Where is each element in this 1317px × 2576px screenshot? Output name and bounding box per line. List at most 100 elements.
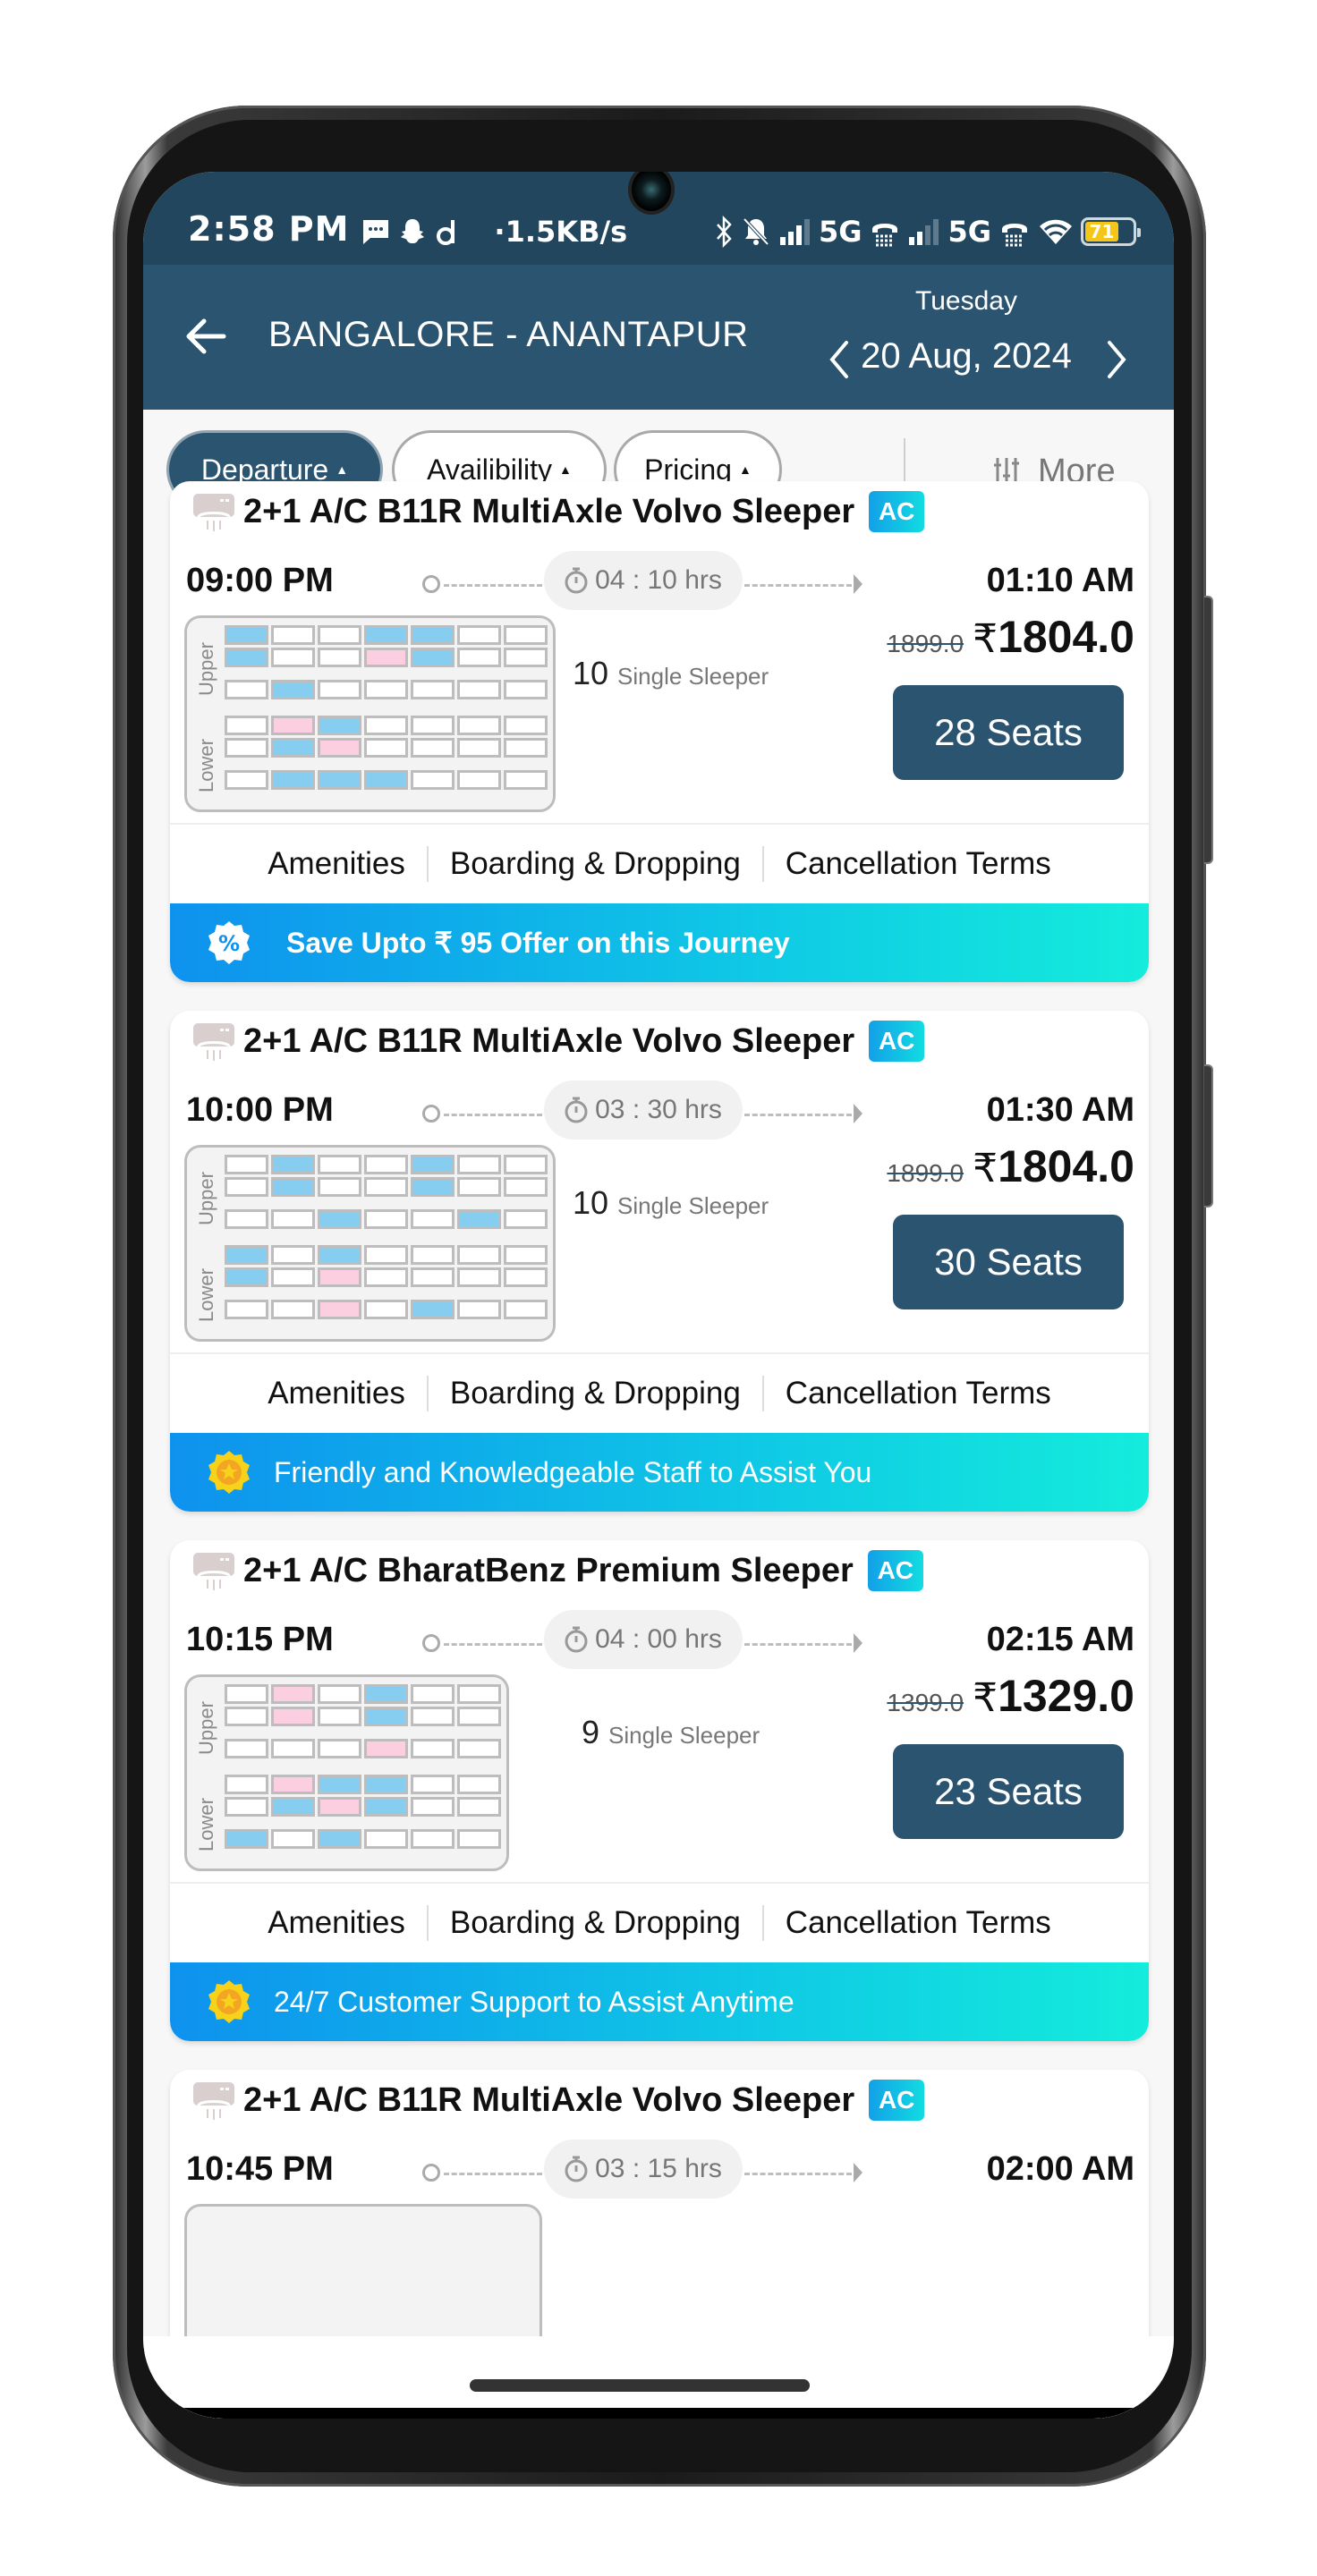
seat-available [457, 1775, 501, 1794]
ac-badge: AC [867, 1550, 923, 1591]
seat-available [457, 1707, 501, 1726]
seat-available [364, 1267, 408, 1287]
screen: 2:58 PM ·1.5KB/s 5G 5G 71 BANGALORE - AN… [143, 172, 1174, 2419]
discounted-price: ₹1804.0 [973, 1140, 1134, 1192]
seat-row [225, 625, 548, 645]
seat-booked [271, 738, 315, 758]
seat-available [318, 625, 361, 645]
bus-card[interactable]: 2+1 A/C BharatBenz Premium Sleeper AC 10… [170, 1540, 1149, 2041]
journey-timeline: 03 : 30 hrs [422, 1080, 870, 1143]
cancellation-terms-link[interactable]: Cancellation Terms [764, 846, 1073, 882]
duration-text: 03 : 15 hrs [595, 2154, 722, 2183]
dailyhunt-icon [437, 220, 455, 245]
discount-badge-icon: % [208, 921, 250, 964]
seat-ladies [271, 716, 315, 735]
seat-layout-preview[interactable]: Upper Lower [184, 1674, 509, 1871]
status-time: 2:58 PM [188, 209, 350, 249]
seat-available [225, 1797, 268, 1817]
sort-up-icon: ▲ [559, 462, 572, 477]
journey-timeline: 04 : 10 hrs [422, 551, 870, 614]
select-seats-button[interactable]: 28 Seats [893, 685, 1124, 780]
seat-available [364, 1829, 408, 1849]
lower-deck-label: Lower [195, 1798, 217, 1852]
destination-arrow-icon [854, 1104, 862, 1123]
sort-up-icon: ▲ [738, 462, 752, 477]
seat-available [411, 1829, 455, 1849]
card-links: Amenities Boarding & Dropping Cancellation… [170, 1352, 1149, 1433]
arrow-left-icon [186, 318, 226, 354]
seat-available [504, 680, 548, 699]
seat-row [225, 1267, 548, 1287]
sleeper-number: 10 [573, 655, 618, 691]
sleeper-type: Single Sleeper [617, 663, 769, 690]
arrival-time: 01:10 AM [986, 562, 1134, 599]
seat-booked [318, 1829, 361, 1849]
seat-booked [411, 1300, 455, 1319]
card-links: Amenities Boarding & Dropping Cancellation… [170, 1882, 1149, 1962]
star-medal-icon [208, 1980, 250, 2023]
wifi-icon [1040, 219, 1072, 244]
bus-name: 2+1 A/C B11R MultiAxle Volvo Sleeper [243, 492, 855, 530]
seat-row [225, 716, 548, 735]
boarding-dropping-link[interactable]: Boarding & Dropping [429, 1905, 762, 1941]
seat-layout-preview[interactable]: Upper Lower [184, 1145, 556, 1342]
duration-pill: 03 : 15 hrs [544, 2140, 743, 2199]
cancellation-terms-link[interactable]: Cancellation Terms [764, 1905, 1073, 1941]
duration-pill: 04 : 00 hrs [544, 1610, 743, 1669]
boarding-dropping-link[interactable]: Boarding & Dropping [429, 846, 762, 882]
nav-bar-area [143, 2336, 1174, 2419]
amenities-link[interactable]: Amenities [246, 1376, 427, 1411]
amenities-link[interactable]: Amenities [246, 1905, 427, 1941]
cancellation-terms-link[interactable]: Cancellation Terms [764, 1376, 1073, 1411]
seat-ladies [318, 738, 361, 758]
stopwatch-icon [565, 567, 588, 594]
select-seats-button[interactable]: 23 Seats [893, 1744, 1124, 1839]
seat-booked [318, 1209, 361, 1229]
home-indicator[interactable] [470, 2379, 810, 2392]
card-links: Amenities Boarding & Dropping Cancellation… [170, 823, 1149, 903]
seat-available [225, 1775, 268, 1794]
seat-available [225, 770, 268, 790]
offer-text: Friendly and Knowledgeable Staff to Assi… [274, 1455, 872, 1488]
next-date-button[interactable] [1099, 335, 1134, 385]
bus-card[interactable]: 2+1 A/C B11R MultiAxle Volvo Sleeper AC … [170, 1011, 1149, 1512]
seat-available [411, 1267, 455, 1287]
seat-row [225, 1829, 501, 1849]
back-button[interactable] [179, 309, 233, 363]
amenities-link[interactable]: Amenities [246, 846, 427, 882]
seat-row [225, 770, 548, 790]
offer-banner[interactable]: Friendly and Knowledgeable Staff to Assi… [170, 1433, 1149, 1512]
seat-available [318, 1177, 361, 1197]
offer-banner[interactable]: 24/7 Customer Support to Assist Anytime [170, 1962, 1149, 2041]
sleeper-type: Single Sleeper [617, 1192, 769, 1219]
lower-deck-label: Lower [195, 1268, 217, 1322]
seat-available [457, 1245, 501, 1265]
seat-booked [364, 625, 408, 645]
upper-deck-label: Upper [195, 1172, 217, 1225]
seat-available [457, 1739, 501, 1758]
offer-banner[interactable]: % Save Upto ₹ 95 Offer on this Journey [170, 903, 1149, 982]
signal-icon [779, 219, 810, 245]
bus-card[interactable]: 2+1 A/C B11R MultiAxle Volvo Sleeper AC … [170, 481, 1149, 982]
seat-booked [457, 1209, 501, 1229]
select-seats-button[interactable]: 30 Seats [893, 1215, 1124, 1309]
seat-row [225, 680, 548, 699]
seat-available [318, 1684, 361, 1704]
seat-available [504, 738, 548, 758]
seat-available [457, 1155, 501, 1174]
seat-available [225, 1684, 268, 1704]
seat-available [364, 1155, 408, 1174]
sort-up-icon: ▲ [336, 462, 349, 477]
seat-available [457, 680, 501, 699]
origin-dot [422, 1634, 440, 1652]
seat-layout-preview[interactable]: Upper Lower [184, 615, 556, 812]
duration-pill: 03 : 30 hrs [544, 1080, 743, 1140]
seat-available [457, 1177, 501, 1197]
boarding-dropping-link[interactable]: Boarding & Dropping [429, 1376, 762, 1411]
seat-available [504, 1155, 548, 1174]
seat-available [364, 1300, 408, 1319]
sleeper-count: 10 Single Sleeper [573, 1184, 769, 1222]
seat-row [225, 1797, 501, 1817]
price-value: 1329.0 [998, 1671, 1134, 1721]
journey-timeline: 03 : 15 hrs [422, 2140, 870, 2202]
